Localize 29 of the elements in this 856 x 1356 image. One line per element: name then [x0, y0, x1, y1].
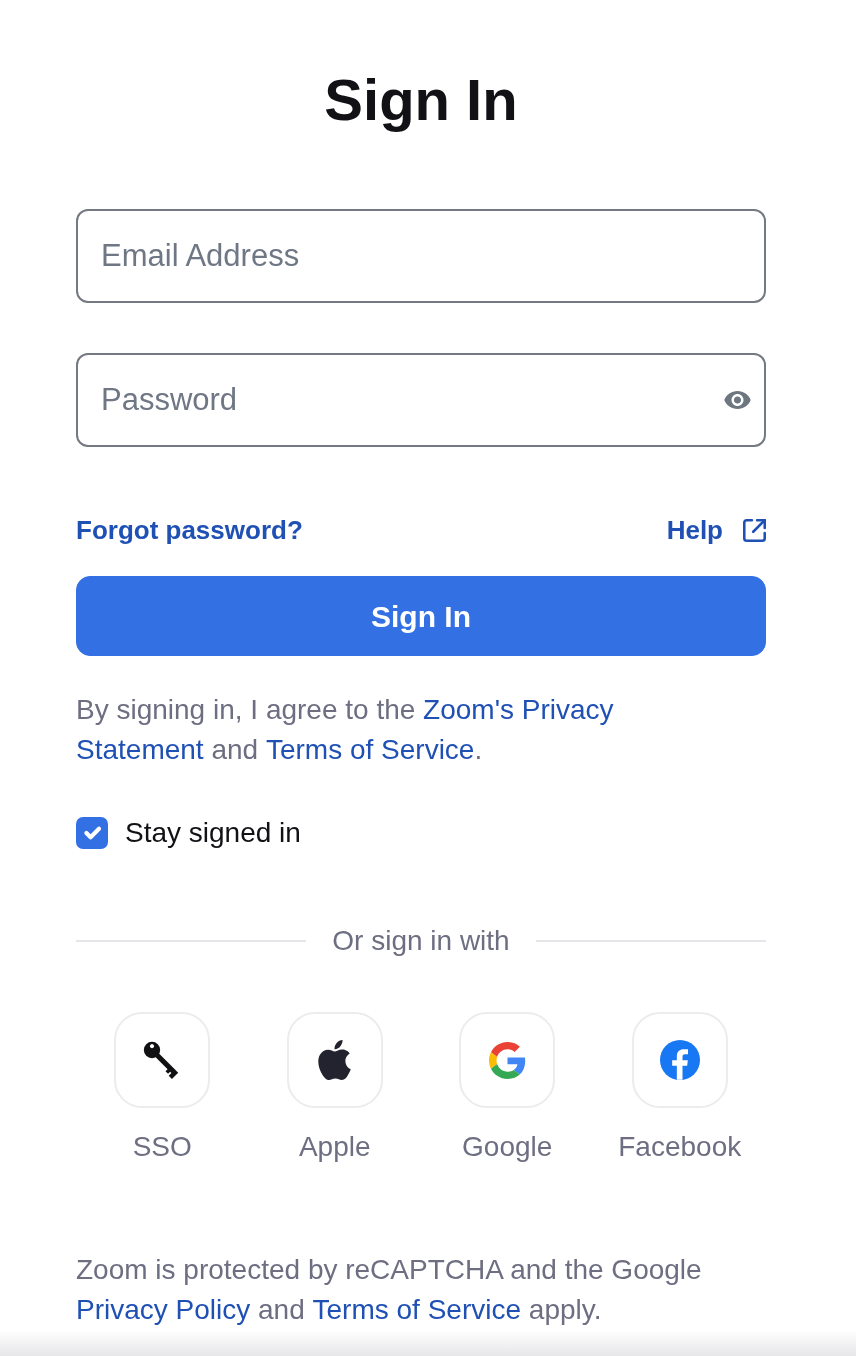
- show-password-icon[interactable]: [724, 391, 751, 409]
- sso-button[interactable]: [114, 1012, 211, 1108]
- stay-signed-in-label: Stay signed in: [125, 816, 301, 850]
- facebook-button[interactable]: [631, 1012, 728, 1108]
- facebook-logo-icon: [659, 1040, 700, 1080]
- stay-signed-in-checkbox[interactable]: [76, 817, 108, 849]
- recaptcha-notice: Zoom is protected by reCAPTCHA and the Google Privacy Policy and Terms of Service apply.: [76, 1250, 766, 1330]
- google-logo-icon: [488, 1041, 526, 1079]
- provider-label: SSO: [132, 1130, 192, 1164]
- privacy-statement-link[interactable]: Zoom's Privacy: [423, 690, 614, 730]
- password-field[interactable]: Password: [76, 353, 766, 447]
- terms-of-service-link[interactable]: Terms of Service: [312, 1290, 522, 1330]
- help-link[interactable]: Help: [666, 514, 766, 546]
- google-button[interactable]: [459, 1012, 556, 1108]
- external-link-icon: [743, 518, 766, 542]
- privacy-policy-link[interactable]: Privacy Policy: [76, 1290, 251, 1330]
- provider-label: Google: [462, 1130, 553, 1164]
- page-title: Sign In: [323, 66, 519, 134]
- terms-of-service-link[interactable]: Terms of Service: [265, 730, 475, 770]
- email-field[interactable]: Email Address: [76, 209, 766, 303]
- sign-in-button[interactable]: Sign In: [76, 576, 766, 656]
- provider-label: Apple: [298, 1130, 371, 1164]
- privacy-statement-link[interactable]: Statement: [76, 730, 204, 770]
- divider-label: Or sign in with: [331, 924, 511, 958]
- agreement-text: By signing in, I agree to the Zoom's Privacy Statement and Terms of Service.: [76, 690, 676, 770]
- provider-label: Facebook: [618, 1130, 742, 1164]
- apple-button[interactable]: [286, 1012, 383, 1108]
- forgot-password-link[interactable]: Forgot password?: [76, 514, 303, 546]
- apple-logo-icon: [318, 1040, 352, 1080]
